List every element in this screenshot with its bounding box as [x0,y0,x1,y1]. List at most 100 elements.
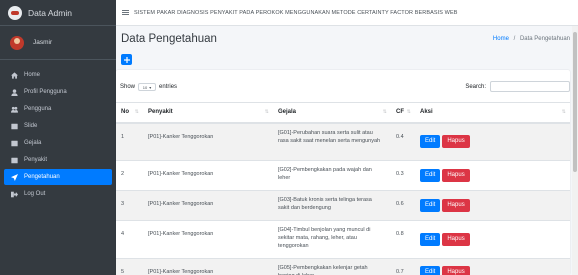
cell-no: 3 [116,190,143,221]
cell-no: 2 [116,160,143,191]
topbar: SISTEM PAKAR DIAGNOSIS PENYAKIT PADA PER… [116,0,578,26]
sort-icon: ⇅ [134,109,139,115]
cell-cf: 0.4 [391,122,415,161]
logout-icon [11,191,18,197]
cell-no: 5 [116,258,143,275]
breadcrumb: Home / Data Pengetahuan [493,36,570,42]
send-icon [11,173,18,181]
sidebar-item-label: Home [24,72,41,78]
user-name: Jasmir [33,39,53,46]
plus-icon [123,56,130,63]
edit-button[interactable]: Edit [420,233,441,246]
data-card: Show 10 ▾ entries Search: No ⇅ Penyakit ⇅ … [116,70,570,275]
delete-button[interactable]: Hapus [442,169,470,182]
table-row: 4 [P01]-Kanker Tenggorokan [G04]-Timbul … [116,220,570,259]
sort-icon: ⇅ [264,109,269,115]
scrollbar-thumb[interactable] [573,32,577,172]
app-title: SISTEM PAKAR DIAGNOSIS PENYAKIT PADA PER… [134,9,458,16]
home-icon [11,71,18,79]
sidebar-item-pengguna[interactable]: Pengguna [4,101,112,117]
sidebar-nav: Home Profil Pengguna Pengguna Slide Geja… [0,60,116,202]
cell-gejala: [G01]-Perubahan suara serta sulit atau r… [273,122,391,161]
column-header-no[interactable]: No ⇅ [116,102,143,124]
avatar [10,35,24,50]
breadcrumb-home-link[interactable]: Home [493,36,509,42]
sort-icon: ⇅ [382,109,387,115]
entries-length: Show 10 ▾ entries [120,83,177,91]
delete-button[interactable]: Hapus [442,266,470,275]
user-icon [11,88,18,96]
cell-gejala: [G04]-Timbul benjolan yang muncul di sek… [273,220,391,259]
delete-button[interactable]: Hapus [442,135,470,149]
add-button[interactable] [121,54,132,65]
sidebar-item-label: Pengguna [24,106,52,112]
cell-penyakit: [P01]-Kanker Tenggorokan [143,258,273,275]
sidebar-item-profil-pengguna[interactable]: Profil Pengguna [4,84,112,100]
edit-button[interactable]: Edit [420,266,441,275]
cell-aksi: Edit Hapus [415,160,570,191]
sidebar-item-slide[interactable]: Slide [4,118,112,134]
cell-no: 4 [116,220,143,259]
entries-select[interactable]: 10 ▾ [138,83,157,91]
cell-penyakit: [P01]-Kanker Tenggorokan [143,220,273,259]
folder-icon [11,123,18,129]
cell-cf: 0.7 [391,258,415,275]
page-title: Data Pengetahuan [121,33,217,45]
brand-logo-icon [8,5,22,20]
sidebar-item-label: Profil Pengguna [24,89,67,95]
sidebar-item-home[interactable]: Home [4,67,112,83]
edit-button[interactable]: Edit [420,169,441,182]
cell-aksi: Edit Hapus [415,220,570,259]
cell-no: 1 [116,122,143,161]
column-header-gejala[interactable]: Gejala ⇅ [273,102,391,124]
sidebar-item-label: Pengetahuan [24,174,60,180]
hamburger-menu-icon[interactable] [122,10,129,15]
sidebar-item-label: Slide [24,123,38,129]
folder-icon [11,140,18,146]
table-row: 5 [P01]-Kanker Tenggorokan [G05]-Pembeng… [116,258,570,275]
sidebar-item-penyakit[interactable]: Penyakit [4,152,112,168]
main-content: Data Pengetahuan Home / Data Pengetahuan… [116,26,578,275]
brand-link[interactable]: Data Admin [0,0,116,26]
user-panel[interactable]: Jasmir [0,26,116,60]
page-scrollbar[interactable] [572,26,578,275]
cell-cf: 0.6 [391,190,415,221]
search-label: Search: [465,83,486,90]
sidebar-item-pengetahuan[interactable]: Pengetahuan [4,169,112,185]
table-search: Search: [465,81,570,92]
cell-penyakit: [P01]-Kanker Tenggorokan [143,122,273,161]
cell-cf: 0.8 [391,220,415,259]
sidebar-item-log-out[interactable]: Log Out [4,186,112,202]
table-controls: Show 10 ▾ entries Search: [116,70,570,100]
sort-icon: ⇅ [561,109,566,115]
column-header-cf[interactable]: CF ⇅ [391,102,415,124]
entries-select-value: 10 [142,84,148,90]
cell-gejala: [G02]-Pembengkakan pada wajah dan leher [273,160,391,191]
sidebar-item-gejala[interactable]: Gejala [4,135,112,151]
column-header-penyakit[interactable]: Penyakit ⇅ [143,102,273,124]
table-header-row: No ⇅ Penyakit ⇅ Gejala ⇅ CF ⇅ Aksi ⇅ [116,102,570,124]
cell-aksi: Edit Hapus [415,122,570,161]
knowledge-table: No ⇅ Penyakit ⇅ Gejala ⇅ CF ⇅ Aksi ⇅ 1 [P01]-… [116,102,570,275]
sidebar-item-label: Penyakit [24,157,48,163]
sort-icon: ⇅ [406,109,411,115]
chevron-down-icon: ▾ [149,84,152,90]
cell-gejala: [G05]-Pembengkakan kelenjar getah bening… [273,258,391,275]
delete-button[interactable]: Hapus [442,199,470,212]
search-input[interactable] [490,81,570,92]
show-label: Show [120,84,136,90]
edit-button[interactable]: Edit [420,199,441,212]
delete-button[interactable]: Hapus [442,233,470,246]
breadcrumb-separator: / [513,36,516,42]
table-row: 2 [P01]-Kanker Tenggorokan [G02]-Pembeng… [116,160,570,191]
folder-icon [11,157,18,163]
sidebar: Data Admin Jasmir Home Profil Pengguna P… [0,0,116,275]
users-icon [11,106,18,113]
cell-penyakit: [P01]-Kanker Tenggorokan [143,190,273,221]
edit-button[interactable]: Edit [420,135,441,149]
entries-label: entries [159,84,178,90]
sidebar-item-label: Gejala [24,140,42,146]
column-header-aksi[interactable]: Aksi ⇅ [415,102,570,124]
cell-penyakit: [P01]-Kanker Tenggorokan [143,160,273,191]
breadcrumb-current: Data Pengetahuan [519,36,570,42]
